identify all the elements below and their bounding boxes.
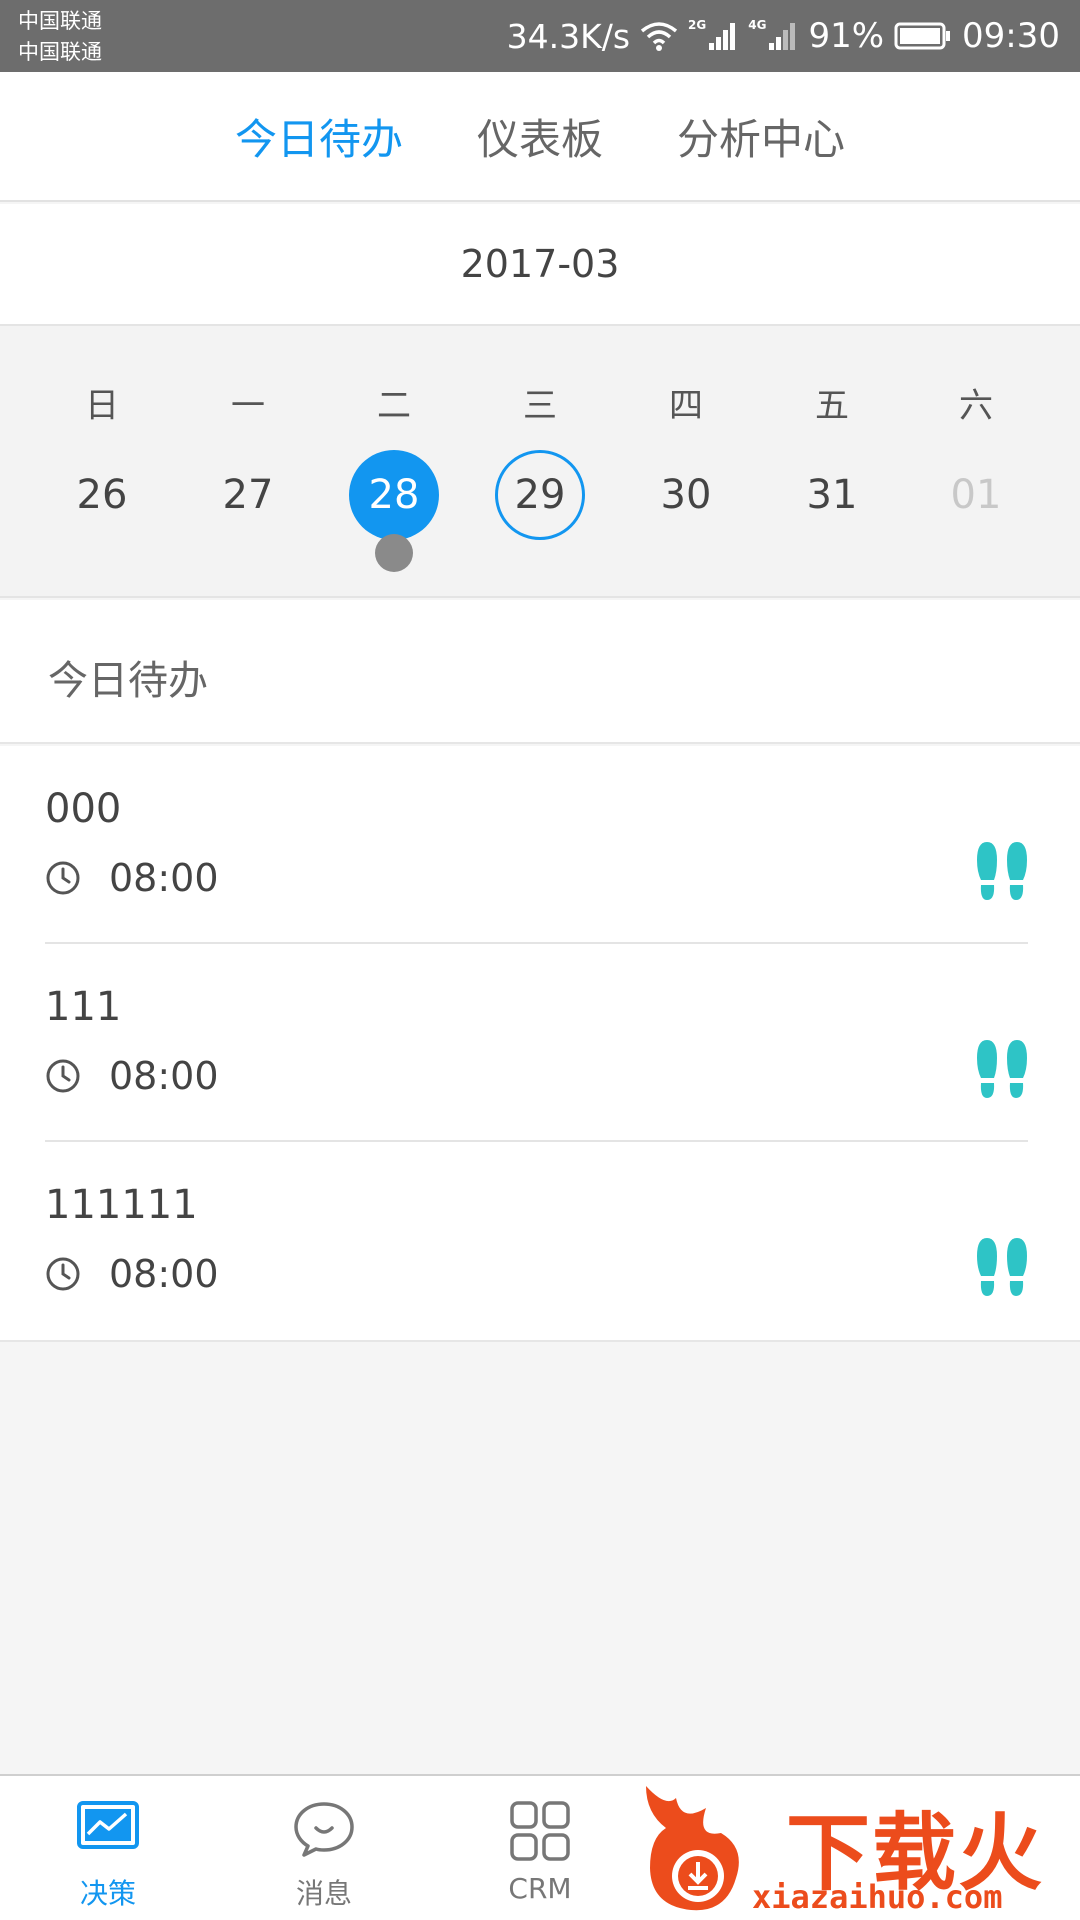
month-label: 2017-03 xyxy=(460,242,620,286)
chat-icon xyxy=(294,1802,354,1857)
month-header[interactable]: 2017-03 xyxy=(0,204,1080,324)
carrier-2: 中国联通 xyxy=(18,40,102,64)
weekday-label: 一 xyxy=(231,386,265,426)
status-bar: 中国联通 中国联通 34.3K/s 2G 4G 91% 09:30 xyxy=(0,0,1080,72)
nav-crm[interactable]: CRM xyxy=(450,1776,630,1920)
todo-title: 111111 xyxy=(45,1182,198,1228)
signal-icon xyxy=(709,23,736,50)
footprints-icon[interactable] xyxy=(974,1236,1030,1300)
todo-time-row: 08:00 xyxy=(45,1054,219,1098)
nav-label: CRM xyxy=(508,1872,572,1905)
todo-title: 111 xyxy=(45,984,122,1030)
carrier-info: 中国联通 中国联通 xyxy=(18,6,102,68)
clock-icon xyxy=(46,1257,80,1291)
section-header: 今日待办 xyxy=(0,600,1080,744)
weekday-label: 五 xyxy=(815,386,849,426)
date-number-selected: 28 xyxy=(349,450,439,540)
list-item[interactable]: 111 08:00 xyxy=(0,944,1080,1142)
tab-dashboard[interactable]: 仪表板 xyxy=(477,106,603,167)
weekday-label: 六 xyxy=(959,386,993,426)
network-4g-label: 4G xyxy=(748,18,767,32)
grid-icon xyxy=(510,1801,570,1861)
todo-time: 08:00 xyxy=(109,856,219,900)
date-number: 31 xyxy=(806,472,858,518)
list-item[interactable]: 000 08:00 xyxy=(0,746,1080,944)
net-speed: 34.3K/s xyxy=(506,16,631,56)
watermark-url: xiazaihuo.com xyxy=(752,1878,1003,1916)
nav-label: 消息 xyxy=(295,1877,352,1910)
date-number-dim: 01 xyxy=(950,472,1002,518)
watermark-logo: 下载火 xiazaihuo.com xyxy=(636,1778,1080,1920)
week-calendar: 日 26 一 27 二 28 三 29 四 30 五 31 六 01 xyxy=(0,324,1080,598)
nav-messages[interactable]: 消息 xyxy=(234,1776,414,1920)
nav-decision[interactable]: 决策 xyxy=(18,1776,198,1920)
footprints-icon[interactable] xyxy=(974,1038,1030,1102)
event-dot-indicator xyxy=(375,534,413,572)
tab-analysis-center[interactable]: 分析中心 xyxy=(677,106,845,167)
weekday-label: 二 xyxy=(377,386,411,426)
signal-icon-2 xyxy=(769,23,796,50)
todo-title: 000 xyxy=(45,786,122,832)
battery-percent: 91% xyxy=(808,16,885,56)
weekday-label: 日 xyxy=(85,386,119,426)
clock-icon xyxy=(46,1059,80,1093)
status-indicators: 34.3K/s 2G 4G 91% 09:30 xyxy=(507,0,1060,72)
network-2g-label: 2G xyxy=(688,18,707,32)
todo-time-row: 08:00 xyxy=(45,856,219,900)
chart-icon xyxy=(77,1801,139,1849)
date-number-today: 29 xyxy=(495,450,585,540)
todo-time: 08:00 xyxy=(109,1054,219,1098)
tab-today-todo[interactable]: 今日待办 xyxy=(235,106,403,167)
clock-time: 09:30 xyxy=(962,16,1060,56)
top-tab-bar: 今日待办 仪表板 分析中心 xyxy=(0,72,1080,202)
clock-icon xyxy=(46,861,80,895)
battery-icon xyxy=(894,22,951,50)
list-item[interactable]: 111111 08:00 xyxy=(0,1142,1080,1340)
section-title: 今日待办 xyxy=(48,658,208,704)
nav-label: 决策 xyxy=(79,1877,136,1910)
weekday-label: 三 xyxy=(523,386,557,426)
todo-time-row: 08:00 xyxy=(45,1252,219,1296)
carrier-1: 中国联通 xyxy=(18,9,102,33)
date-number: 27 xyxy=(222,472,274,518)
footprints-icon[interactable] xyxy=(974,840,1030,904)
todo-time: 08:00 xyxy=(109,1252,219,1296)
todo-list: 000 08:00 111 08:00 111111 08:00 xyxy=(0,746,1080,1342)
weekday-label: 四 xyxy=(669,386,703,426)
date-number: 30 xyxy=(660,472,712,518)
wifi-icon xyxy=(640,22,678,51)
date-number: 26 xyxy=(76,472,128,518)
